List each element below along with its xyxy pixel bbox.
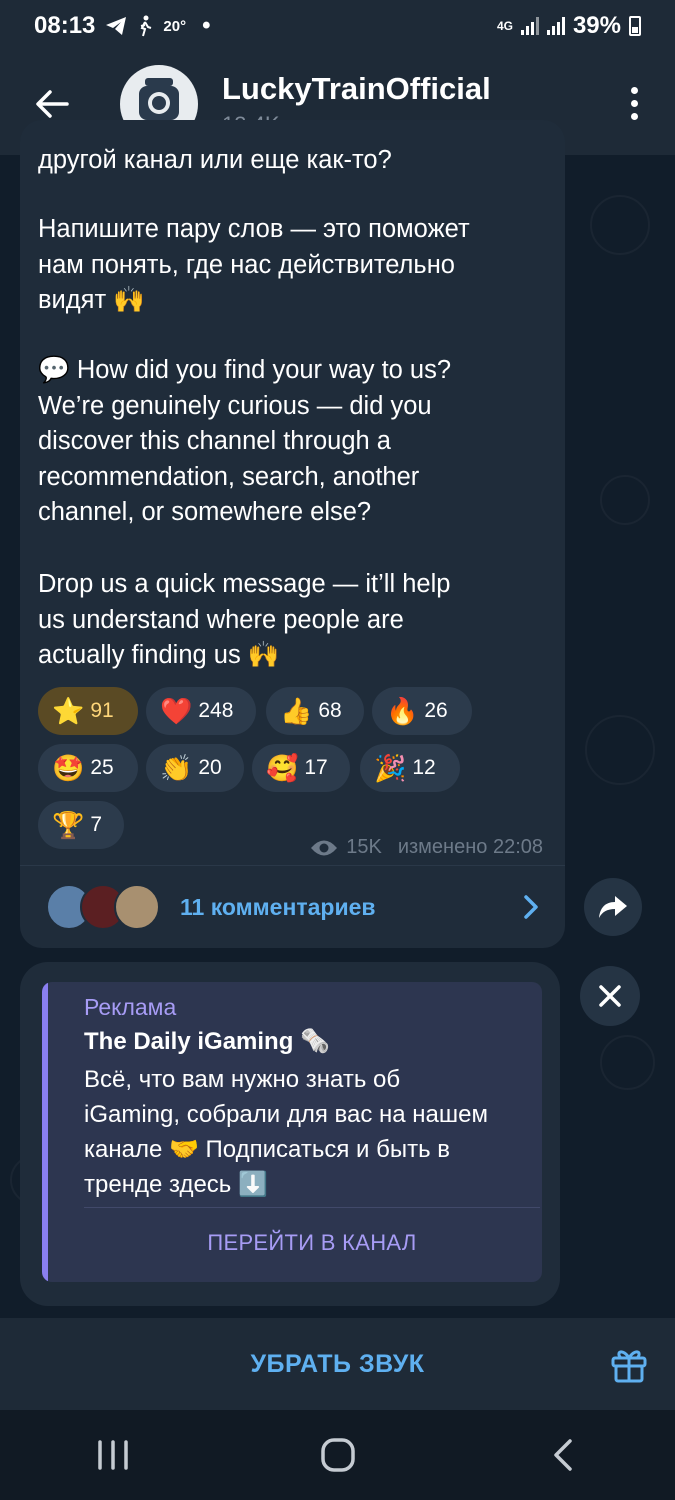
- back-arrow-icon: [36, 89, 69, 118]
- chevron-right-icon: [524, 895, 538, 919]
- message-paragraph-ru: Напишите пару слов — это поможет нам пон…: [38, 215, 470, 314]
- thumbs-up-icon: 👍: [280, 696, 313, 726]
- more-options-button[interactable]: [619, 79, 649, 129]
- temperature: 20°: [163, 17, 187, 35]
- edited-time: изменено 22:08: [397, 836, 543, 858]
- smiling-hearts-icon: 🥰: [266, 753, 299, 783]
- network-type: 4G: [496, 19, 513, 33]
- star-icon: ⭐: [52, 696, 85, 726]
- ad-accent-bar: [42, 982, 48, 1282]
- go-to-channel-button[interactable]: ПЕРЕЙТИ В КАНАЛ: [84, 1208, 540, 1278]
- sponsored-card[interactable]: Реклама The Daily iGaming 🗞️ Всё, что ва…: [42, 982, 542, 1282]
- close-ad-button[interactable]: [580, 966, 640, 1026]
- ad-title: The Daily iGaming 🗞️: [84, 1028, 330, 1055]
- share-button[interactable]: [584, 878, 642, 936]
- message-meta: 15K изменено 22:08: [310, 836, 543, 859]
- mute-button[interactable]: УБРАТЬ ЗВУК: [250, 1350, 424, 1379]
- system-navigation-bar: [0, 1410, 675, 1500]
- ad-body: Всё, что вам нужно знать об iGaming, соб…: [84, 1066, 488, 1198]
- comments-link[interactable]: 11 комментариев: [20, 866, 565, 948]
- sponsored-message: Реклама The Daily iGaming 🗞️ Всё, что ва…: [20, 962, 560, 1306]
- reaction-count: 91: [90, 699, 114, 722]
- reaction-count: 68: [318, 699, 342, 722]
- nav-back-button[interactable]: [523, 1425, 603, 1485]
- message-paragraph-en-1: 💬 How did you find your way to us? We’re…: [38, 356, 452, 526]
- message-text-cut: другой канал или еще как-то?: [38, 146, 392, 174]
- reaction-count: 12: [412, 756, 436, 779]
- battery-level: 39%: [572, 12, 621, 39]
- reaction-star[interactable]: ⭐ 91: [38, 687, 138, 735]
- reaction-party[interactable]: 🎉 12: [360, 744, 460, 792]
- reaction-trophy[interactable]: 🏆 7: [38, 801, 124, 849]
- reaction-heart[interactable]: ❤️ 248: [146, 687, 256, 735]
- home-icon: [320, 1438, 355, 1472]
- reaction-count: 20: [198, 756, 222, 779]
- bottom-bar: УБРАТЬ ЗВУК: [0, 1318, 675, 1410]
- reaction-fire[interactable]: 🔥 26: [372, 687, 472, 735]
- signal-icon: [520, 17, 539, 35]
- reaction-thumbs-up[interactable]: 👍 68: [266, 687, 364, 735]
- party-popper-icon: 🎉: [374, 753, 407, 783]
- commenter-avatars: [46, 884, 166, 930]
- eye-icon: [311, 840, 338, 855]
- nav-back-icon: [553, 1439, 572, 1471]
- star-struck-icon: 🤩: [52, 753, 85, 783]
- channel-title[interactable]: LuckyTrainOfficial: [222, 70, 491, 108]
- status-bar: 08:13 20° • 4G 39%: [0, 0, 675, 52]
- reaction-clap[interactable]: 👏 20: [146, 744, 244, 792]
- recent-apps-icon: [97, 1440, 128, 1470]
- gift-button[interactable]: [609, 1344, 649, 1384]
- notification-dot: •: [202, 12, 211, 39]
- trophy-icon: 🏆: [52, 810, 85, 840]
- walking-icon: [140, 15, 152, 37]
- reaction-count: 25: [90, 756, 114, 779]
- reaction-smiling-hearts[interactable]: 🥰 17: [252, 744, 350, 792]
- more-vertical-icon: [630, 87, 638, 94]
- battery-icon: [629, 16, 641, 36]
- telegram-icon: [106, 17, 127, 35]
- avatar: [114, 884, 160, 930]
- signal-icon-2: [546, 17, 565, 35]
- home-button[interactable]: [298, 1425, 378, 1485]
- reaction-count: 7: [90, 813, 103, 836]
- ad-label: Реклама: [84, 994, 177, 1020]
- close-icon: [599, 985, 621, 1007]
- view-count: 15K: [346, 836, 382, 858]
- heart-icon: ❤️: [160, 696, 193, 726]
- message-paragraph-en-2: Drop us a quick message — it’ll help us …: [38, 570, 451, 669]
- gift-icon: [611, 1350, 647, 1383]
- recent-apps-button[interactable]: [73, 1425, 153, 1485]
- reaction-count: 248: [198, 699, 234, 722]
- reaction-count: 26: [424, 699, 448, 722]
- share-arrow-icon: [599, 896, 627, 918]
- clap-icon: 👏: [160, 753, 193, 783]
- clock: 08:13: [34, 12, 96, 39]
- fire-icon: 🔥: [386, 696, 419, 726]
- reaction-count: 17: [304, 756, 328, 779]
- reaction-star-struck[interactable]: 🤩 25: [38, 744, 138, 792]
- comments-count: 11 комментариев: [180, 893, 376, 920]
